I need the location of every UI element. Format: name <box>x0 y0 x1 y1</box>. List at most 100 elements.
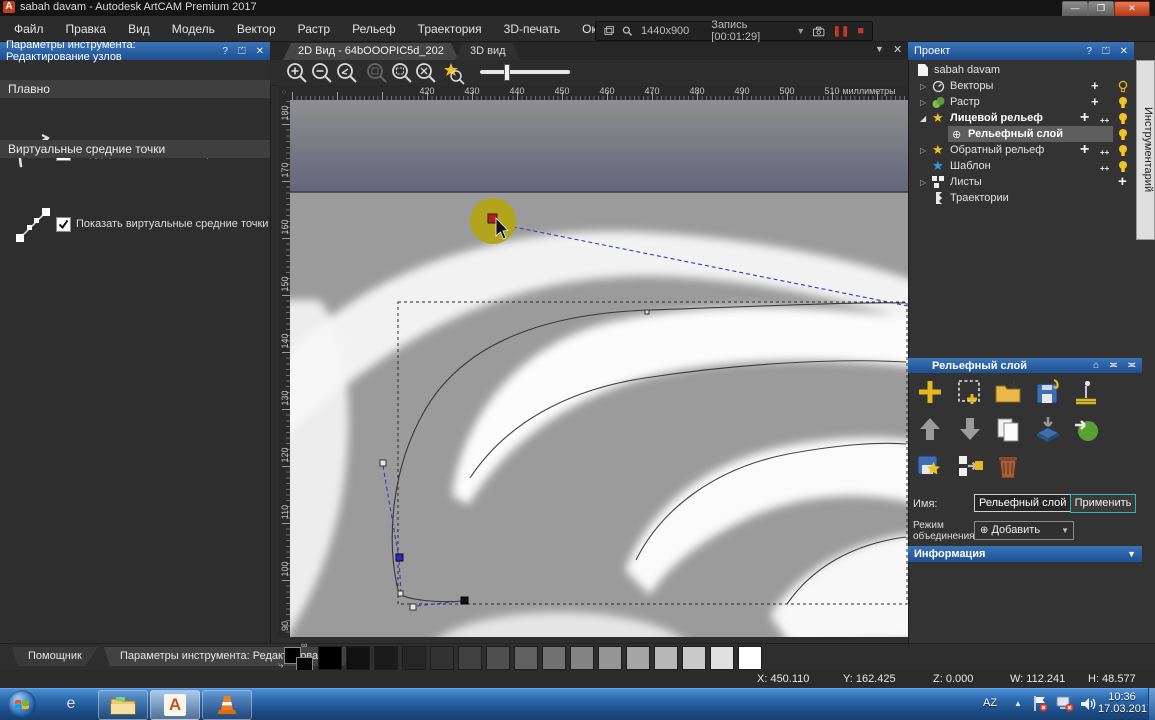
panel-home-icon[interactable]: ⌂ <box>1093 360 1099 371</box>
visibility-bulb-icon[interactable] <box>1118 96 1128 109</box>
new-layer-from-selection-icon[interactable] <box>956 378 984 406</box>
palette-swatch[interactable] <box>430 646 454 670</box>
load-layer-icon[interactable] <box>994 378 1022 406</box>
palette-swatch[interactable] <box>598 646 622 670</box>
tree-row-toolpaths[interactable]: Траектории <box>908 190 1135 206</box>
zoom-slider-handle[interactable] <box>504 64 510 81</box>
add-layer-icon[interactable] <box>916 378 944 406</box>
add-icon[interactable]: + <box>1091 78 1099 94</box>
canvas-2d-view[interactable] <box>290 100 908 637</box>
tab-2d-view[interactable]: 2D Вид - 64bOOOPIC5d_202 <box>283 43 459 60</box>
menu-relief[interactable]: Рельеф <box>352 22 396 36</box>
add-icon[interactable]: + <box>1080 142 1089 158</box>
taskbar-ie-button[interactable]: e <box>50 690 92 718</box>
menu-model[interactable]: Модель <box>172 22 215 36</box>
tree-row-root[interactable]: sabah davam <box>908 62 1135 78</box>
toolbox-side-tab[interactable]: Инструментарий <box>1136 60 1155 240</box>
zoom-box-icon[interactable] <box>390 61 414 85</box>
visibility-bulb-icon[interactable] <box>1118 144 1128 157</box>
expander-expanded-icon[interactable]: ◢ <box>920 111 926 127</box>
menu-raster[interactable]: Растр <box>298 22 330 36</box>
menu-toolpath[interactable]: Траектория <box>418 22 482 36</box>
zoom-out-icon[interactable] <box>310 61 334 85</box>
stop-recording-button[interactable]: ■ <box>857 25 864 37</box>
action-center-flag-icon[interactable] <box>1032 695 1048 712</box>
move-layer-down-icon[interactable] <box>956 415 984 443</box>
panel-expand-icon[interactable]: ≍ <box>1128 360 1136 371</box>
visibility-bulb-off-icon[interactable] <box>1118 80 1128 93</box>
tree-row-back-relief[interactable]: ▷ ★ Обратный рельеф + ++++ <box>908 142 1135 158</box>
palette-swatch[interactable] <box>514 646 538 670</box>
apply-button[interactable]: Применить <box>1070 494 1136 513</box>
tree-row-relief-layer[interactable]: ⊕ Рельефный слой <box>908 126 1135 142</box>
expander-icon[interactable]: ▷ <box>920 143 926 159</box>
link-colours-icon[interactable]: ∞ <box>301 640 307 650</box>
palette-swatch[interactable] <box>570 646 594 670</box>
zoom-object-icon[interactable] <box>365 61 389 85</box>
menu-view[interactable]: Вид <box>128 22 150 36</box>
tree-row-sheets[interactable]: ▷ Листы + <box>908 174 1135 190</box>
tab-close-icon[interactable]: ✕ <box>893 43 902 56</box>
palette-swatch[interactable] <box>458 646 482 670</box>
add-icon[interactable]: + <box>1091 94 1099 110</box>
zoom-fit-icon[interactable] <box>414 61 438 85</box>
palette-swatch[interactable] <box>682 646 706 670</box>
palette-swatch[interactable] <box>654 646 678 670</box>
clock[interactable]: 10:36 17.03.2017 <box>1098 691 1146 715</box>
palette-swatch[interactable] <box>738 646 762 670</box>
save-layer-as-icon[interactable] <box>916 452 944 480</box>
move-layer-up-icon[interactable] <box>916 415 944 443</box>
tree-row-template[interactable]: ★ Шаблон <box>908 158 1135 174</box>
visibility-bulb-icon[interactable] <box>1118 112 1128 125</box>
save-layer-icon[interactable] <box>1034 378 1062 406</box>
zoom-previous-icon[interactable] <box>335 61 359 85</box>
palette-swatch[interactable] <box>346 646 370 670</box>
layer-name-input[interactable]: Рельефный слой <box>974 494 1072 512</box>
expander-icon[interactable]: ▷ <box>920 95 926 111</box>
midpoints-checkbox[interactable] <box>56 217 71 232</box>
magnifier-icon[interactable] <box>622 25 632 37</box>
project-pin-icon[interactable]: ⏍ <box>1102 46 1110 57</box>
expander-icon[interactable]: ▷ <box>920 175 926 191</box>
zoom-selected-icon[interactable] <box>442 61 466 85</box>
tray-expand-icon[interactable]: ▲ <box>1014 699 1022 708</box>
tab-assistant[interactable]: Помощник <box>12 647 98 666</box>
add-icon[interactable]: + <box>1080 110 1089 126</box>
taskbar-vlc-button[interactable] <box>202 690 252 720</box>
close-button[interactable]: ✕ <box>1114 1 1150 17</box>
tree-row-raster[interactable]: ▷ Растр + <box>908 94 1135 110</box>
add-icon[interactable]: + <box>1118 174 1127 190</box>
info-section-bar[interactable]: Информация ▼ <box>908 546 1142 562</box>
screenshot-icon[interactable] <box>813 26 824 37</box>
zoom-in-icon[interactable] <box>285 61 309 85</box>
help-icon[interactable]: ? <box>222 46 228 57</box>
palette-swatch[interactable] <box>542 646 566 670</box>
minimize-button[interactable]: — <box>1062 1 1088 17</box>
visibility-bulb-icon[interactable] <box>1118 128 1128 141</box>
expander-icon[interactable]: ▷ <box>920 79 926 95</box>
tab-list-icon[interactable]: ▼ <box>875 44 884 54</box>
palette-swatch[interactable] <box>710 646 734 670</box>
taskbar-explorer-button[interactable] <box>98 690 148 720</box>
merge-mode-dropdown[interactable]: ⊕ Добавить ▼ <box>974 521 1074 540</box>
close-panel-icon[interactable]: ✕ <box>256 46 264 57</box>
volume-icon[interactable] <box>1080 696 1096 712</box>
visibility-bulb-icon[interactable] <box>1118 160 1128 173</box>
language-indicator[interactable]: AZ <box>983 697 997 709</box>
project-close-icon[interactable]: ✕ <box>1120 46 1128 57</box>
tab-3d-view[interactable]: 3D вид <box>455 43 521 60</box>
palette-swatch[interactable] <box>374 646 398 670</box>
menu-vector[interactable]: Вектор <box>237 22 276 36</box>
palette-swatch[interactable] <box>318 646 342 670</box>
export-layer-icon[interactable] <box>1072 415 1100 443</box>
tree-row-front-relief[interactable]: ◢ ★ Лицевой рельеф + ++++ <box>908 110 1135 126</box>
taskbar-artcam-button-active[interactable]: A <box>150 690 200 720</box>
transfer-layer-icon[interactable] <box>956 452 984 480</box>
palette-swatch[interactable] <box>486 646 510 670</box>
window-select-icon[interactable] <box>604 25 614 37</box>
merge-layers-icon[interactable] <box>1034 415 1062 443</box>
network-status-icon[interactable] <box>1056 696 1074 712</box>
zoom-slider-track[interactable] <box>480 70 570 74</box>
duplicate-layer-icon[interactable] <box>994 415 1022 443</box>
menu-3dprint[interactable]: 3D-печать <box>504 22 561 36</box>
